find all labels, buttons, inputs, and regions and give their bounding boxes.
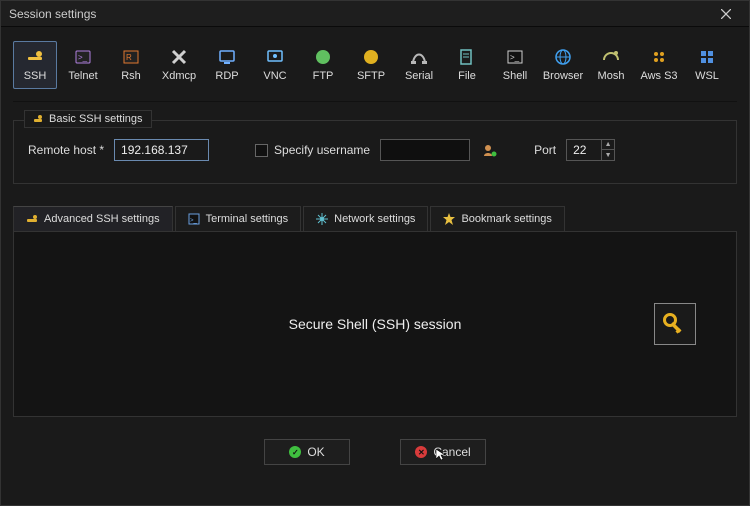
remote-host-input[interactable] bbox=[114, 139, 209, 161]
svg-text:>_: >_ bbox=[190, 218, 198, 224]
session-type-label: SFTP bbox=[357, 70, 385, 82]
session-type-ssh[interactable]: SSH bbox=[13, 41, 57, 89]
wsl-icon bbox=[698, 48, 716, 66]
port-input[interactable] bbox=[566, 139, 602, 161]
username-input[interactable] bbox=[380, 139, 470, 161]
ssh-icon bbox=[26, 48, 44, 66]
session-settings-dialog: Session settings SSH >_ Telnet R Rsh Xdmcp RDP… bbox=[0, 0, 750, 506]
ftp-icon bbox=[314, 48, 332, 66]
session-type-label: FTP bbox=[313, 70, 334, 82]
port-up-button[interactable]: ▲ bbox=[602, 140, 614, 150]
session-type-mosh[interactable]: Mosh bbox=[589, 41, 633, 89]
session-type-rdp[interactable]: RDP bbox=[205, 41, 249, 89]
session-type-rsh[interactable]: R Rsh bbox=[109, 41, 153, 89]
settings-tabs: Advanced SSH settings >_ Terminal settings… bbox=[13, 206, 737, 232]
aws-icon bbox=[650, 48, 668, 66]
port-spinner: ▲ ▼ bbox=[566, 139, 615, 161]
session-type-label: Telnet bbox=[68, 70, 97, 82]
tool-icon bbox=[33, 114, 43, 124]
session-type-xdmcp[interactable]: Xdmcp bbox=[157, 41, 201, 89]
star-icon bbox=[443, 213, 455, 225]
session-type-vnc[interactable]: VNC bbox=[253, 41, 297, 89]
sftp-icon bbox=[362, 48, 380, 66]
tool-icon bbox=[26, 213, 38, 225]
port-label: Port bbox=[534, 143, 556, 157]
specify-username-checkbox[interactable]: Specify username bbox=[255, 143, 370, 157]
close-button[interactable] bbox=[711, 3, 741, 25]
xdmcp-icon bbox=[170, 48, 188, 66]
tab-label: Terminal settings bbox=[206, 213, 289, 225]
tab-bm[interactable]: Bookmark settings bbox=[430, 206, 564, 231]
dialog-button-row: ✓ OK ✕ Cancel bbox=[13, 439, 737, 465]
session-type-serial[interactable]: Serial bbox=[397, 41, 441, 89]
svg-text:>_: >_ bbox=[510, 53, 520, 62]
tab-net[interactable]: Network settings bbox=[303, 206, 428, 231]
session-type-label: Xdmcp bbox=[162, 70, 196, 82]
session-type-ftp[interactable]: FTP bbox=[301, 41, 345, 89]
cancel-button[interactable]: ✕ Cancel bbox=[400, 439, 486, 465]
file-icon bbox=[458, 48, 476, 66]
session-type-label: Browser bbox=[543, 70, 583, 82]
session-type-label: Aws S3 bbox=[640, 70, 677, 82]
basic-ssh-legend: Basic SSH settings bbox=[24, 110, 152, 128]
titlebar: Session settings bbox=[1, 1, 749, 27]
port-down-button[interactable]: ▼ bbox=[602, 150, 614, 160]
browser-icon bbox=[554, 48, 572, 66]
session-type-file[interactable]: File bbox=[445, 41, 489, 89]
mosh-icon bbox=[602, 48, 620, 66]
session-type-label: VNC bbox=[263, 70, 286, 82]
cancel-icon: ✕ bbox=[415, 446, 427, 458]
close-icon bbox=[721, 9, 731, 19]
session-type-label: SSH bbox=[24, 70, 47, 82]
svg-text:R: R bbox=[126, 53, 132, 62]
rdp-icon bbox=[218, 48, 236, 66]
net-icon bbox=[316, 213, 328, 225]
cursor-icon bbox=[436, 449, 446, 461]
key-icon bbox=[662, 311, 688, 337]
specify-username-label: Specify username bbox=[274, 143, 370, 157]
session-type-label: Serial bbox=[405, 70, 433, 82]
session-type-browser[interactable]: Browser bbox=[541, 41, 585, 89]
serial-icon bbox=[410, 48, 428, 66]
session-type-label: File bbox=[458, 70, 476, 82]
user-icon bbox=[483, 143, 497, 157]
terminal-icon: >_ bbox=[188, 213, 200, 225]
rsh-icon: R bbox=[122, 48, 140, 66]
session-type-sftp[interactable]: SFTP bbox=[349, 41, 393, 89]
ssh-key-button[interactable] bbox=[654, 303, 696, 345]
window-title: Session settings bbox=[9, 7, 96, 21]
session-type-label: Mosh bbox=[598, 70, 625, 82]
tab-label: Bookmark settings bbox=[461, 213, 551, 225]
shell-icon: >_ bbox=[506, 48, 524, 66]
tab-content-pane: Secure Shell (SSH) session bbox=[13, 232, 737, 417]
basic-ssh-settings-group: Basic SSH settings Remote host * Specify… bbox=[13, 120, 737, 184]
session-type-label: WSL bbox=[695, 70, 719, 82]
content-title: Secure Shell (SSH) session bbox=[289, 316, 462, 332]
session-type-label: Shell bbox=[503, 70, 527, 82]
session-type-aws[interactable]: Aws S3 bbox=[637, 41, 681, 89]
svg-text:>_: >_ bbox=[78, 53, 88, 62]
user-picker-button[interactable] bbox=[480, 140, 500, 160]
remote-host-label: Remote host * bbox=[28, 143, 104, 157]
session-type-toolbar: SSH >_ Telnet R Rsh Xdmcp RDP VNC FTP SFTP Serial F… bbox=[13, 37, 737, 102]
checkbox-icon bbox=[255, 144, 268, 157]
telnet-icon: >_ bbox=[74, 48, 92, 66]
ok-icon: ✓ bbox=[289, 446, 301, 458]
vnc-icon bbox=[266, 48, 284, 66]
ok-button[interactable]: ✓ OK bbox=[264, 439, 350, 465]
session-type-label: Rsh bbox=[121, 70, 141, 82]
session-type-label: RDP bbox=[215, 70, 238, 82]
session-type-shell[interactable]: >_ Shell bbox=[493, 41, 537, 89]
tab-label: Advanced SSH settings bbox=[44, 213, 160, 225]
tab-term[interactable]: >_ Terminal settings bbox=[175, 206, 302, 231]
tab-label: Network settings bbox=[334, 213, 415, 225]
session-type-telnet[interactable]: >_ Telnet bbox=[61, 41, 105, 89]
session-type-wsl[interactable]: WSL bbox=[685, 41, 729, 89]
tab-adv[interactable]: Advanced SSH settings bbox=[13, 206, 173, 231]
